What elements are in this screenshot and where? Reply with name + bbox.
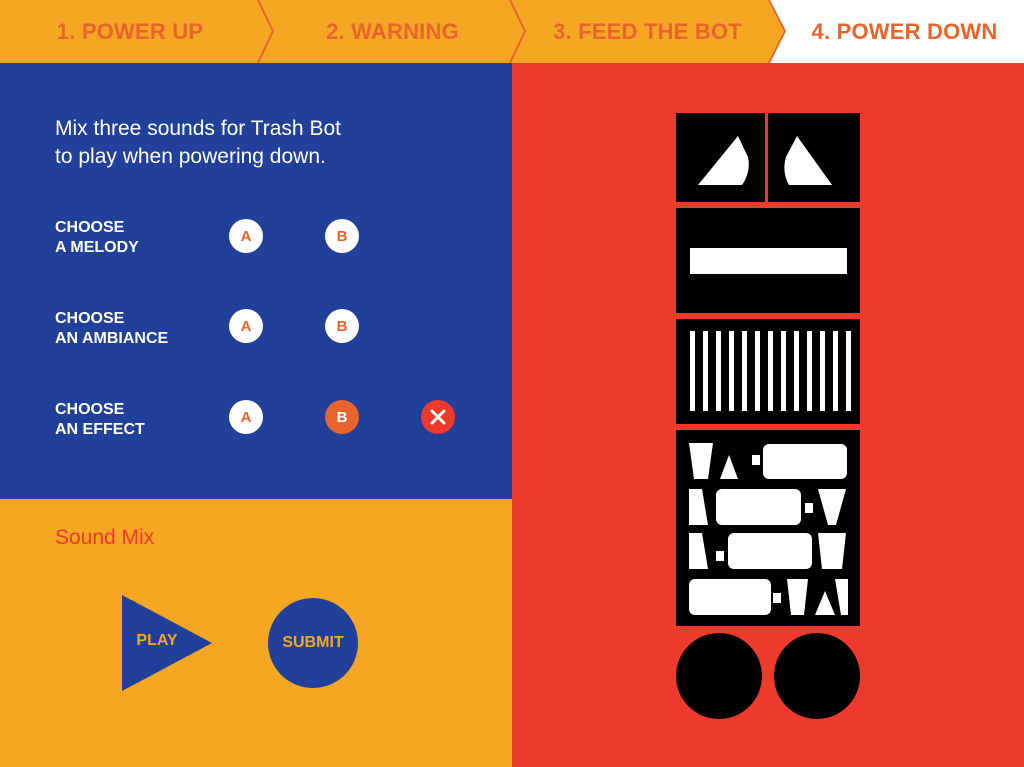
ambiance-label: CHOOSE AN AMBIANCE (55, 309, 168, 349)
submit-label: SUBMIT (282, 634, 344, 651)
play-label: PLAY (136, 632, 178, 649)
ambiance-label-line-2: AN AMBIANCE (55, 330, 169, 347)
right-eye-box (768, 113, 860, 202)
trash-bot-illustration (676, 113, 860, 719)
ambiance-option-a-button[interactable]: A (229, 309, 263, 343)
mouth-bar (690, 248, 847, 274)
ambiance-label-line-1: CHOOSE (55, 310, 125, 327)
effect-label: CHOOSE AN EFFECT (55, 400, 145, 440)
step-4-label: 4. POWER DOWN (811, 18, 998, 44)
right-wheel (774, 633, 860, 719)
close-icon (430, 409, 446, 425)
clear-effect-button[interactable] (421, 400, 455, 434)
step-1-label: 1. POWER UP (56, 18, 204, 44)
melody-option-b-button[interactable]: B (325, 219, 359, 253)
effect-option-a-button[interactable]: A (229, 400, 263, 434)
chevron-divider-1 (257, 0, 275, 63)
step-1-tab[interactable]: 1. POWER UP (0, 0, 260, 63)
submit-button[interactable]: SUBMIT (268, 598, 358, 688)
melody-option-a-button[interactable]: A (229, 219, 263, 253)
effect-label-line-2: AN EFFECT (55, 421, 145, 438)
melody-label: CHOOSE A MELODY (55, 218, 139, 258)
step-4-tab-active[interactable]: 4. POWER DOWN (785, 0, 1024, 63)
step-3-tab[interactable]: 3. FEED THE BOT (525, 0, 770, 63)
melody-label-line-1: CHOOSE (55, 219, 125, 236)
left-wheel (676, 633, 762, 719)
effect-label-line-1: CHOOSE (55, 401, 125, 418)
step-3-label: 3. FEED THE BOT (553, 18, 742, 44)
step-2-label: 2. WARNING (326, 18, 459, 44)
step-navigation: 1. POWER UP 2. WARNING 3. FEED THE BOT 4… (0, 0, 1024, 63)
intro-text: Mix three sounds for Trash Bot to play w… (55, 115, 415, 171)
melody-label-line-2: A MELODY (55, 239, 139, 256)
intro-line-2: to play when powering down. (55, 145, 326, 168)
step-2-tab[interactable]: 2. WARNING (275, 0, 510, 63)
ambiance-option-b-button[interactable]: B (325, 309, 359, 343)
sound-mix-title: Sound Mix (55, 526, 155, 549)
intro-line-1: Mix three sounds for Trash Bot (55, 117, 341, 140)
effect-option-b-button-selected[interactable]: B (325, 400, 359, 434)
chevron-divider-2 (509, 0, 527, 63)
